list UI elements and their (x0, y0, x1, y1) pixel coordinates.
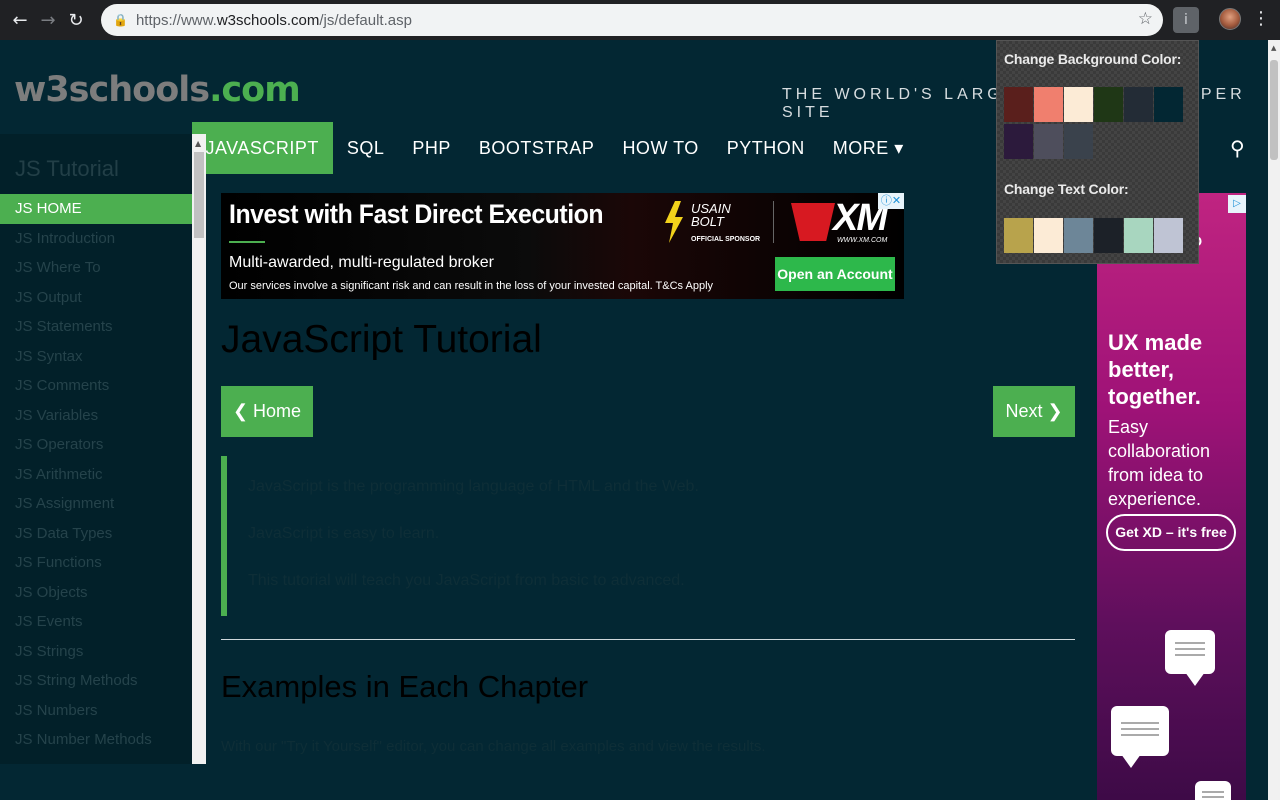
site-logo[interactable]: w3schools.com (14, 70, 301, 110)
sidebar-link[interactable]: JS Assignment (0, 489, 192, 519)
nav-item-python[interactable]: PYTHON (713, 122, 819, 174)
sidebar-link[interactable]: JS Syntax (0, 342, 192, 372)
profile-avatar[interactable] (1219, 8, 1241, 30)
sidebar-link[interactable]: JS Operators (0, 430, 192, 460)
bg-color-swatch[interactable] (1064, 87, 1093, 122)
nav-item-more[interactable]: MORE ▾ (819, 122, 918, 174)
ad-usain-bolt: USAIN BOLT (691, 201, 731, 229)
sidebar-link[interactable]: JS Introduction (0, 224, 192, 254)
ad-brand-url: WWW.XM.COM (837, 237, 888, 244)
nav-item-bootstrap[interactable]: BOOTSTRAP (465, 122, 609, 174)
bookmark-star-icon[interactable]: ☆ (1138, 9, 1153, 29)
sidebar-link[interactable]: JS Arithmetic (0, 460, 192, 490)
text-color-swatch[interactable] (1004, 218, 1033, 253)
intro-line: JavaScript is the programming language o… (248, 478, 699, 495)
intro-note: JavaScript is the programming language o… (221, 456, 1075, 616)
sidebar-link[interactable]: JS Data Types (0, 519, 192, 549)
sidebar-link[interactable]: JS Functions (0, 548, 192, 578)
intro-line: JavaScript is easy to learn. (248, 525, 440, 542)
search-icon[interactable]: ⚲ (1230, 136, 1245, 160)
scroll-up-icon[interactable]: ▲ (195, 139, 201, 148)
lock-icon: 🔒 (113, 13, 128, 27)
browser-menu-icon[interactable]: ⋮ (1252, 8, 1270, 29)
home-button[interactable]: ❮ Home (221, 386, 313, 437)
extension-icon[interactable]: i (1173, 7, 1199, 33)
chat-bubble-icon (1165, 630, 1215, 686)
sidebar-link[interactable]: JS Variables (0, 401, 192, 431)
sidebar-link[interactable]: JS Strings (0, 637, 192, 667)
top-ad-banner[interactable]: Invest with Fast Direct Execution Multi-… (221, 193, 904, 299)
xm-logo-mark (791, 203, 835, 241)
page-scroll-thumb[interactable] (1270, 60, 1278, 160)
bg-color-swatch[interactable] (1004, 87, 1033, 122)
sidebar-link[interactable]: JS HOME (0, 194, 192, 224)
bg-color-title: Change Background Color: (1004, 51, 1182, 67)
url-text: https://www.w3schools.com/js/default.asp (135, 11, 412, 29)
bg-color-swatch[interactable] (1064, 124, 1093, 159)
chat-bubble-icon (1195, 781, 1231, 800)
sidebar-link[interactable]: JS Statements (0, 312, 192, 342)
bg-color-swatch[interactable] (1004, 124, 1033, 159)
intro-line: This tutorial will teach you JavaScript … (248, 572, 685, 589)
bg-color-swatch[interactable] (1034, 87, 1063, 122)
reload-icon[interactable]: ↻ (62, 6, 90, 34)
text-color-swatch[interactable] (1034, 218, 1063, 253)
sidebar-scroll-thumb[interactable] (194, 152, 204, 238)
bg-color-swatch[interactable] (1154, 87, 1183, 122)
ad-headline: UX made better, together. (1108, 330, 1203, 409)
sidebar-link[interactable]: JS Events (0, 607, 192, 637)
get-xd-button[interactable]: Get XD – it's free (1106, 514, 1236, 551)
text-color-swatch[interactable] (1124, 218, 1153, 253)
sidebar-link[interactable]: JS Where To (0, 253, 192, 283)
text-color-swatch[interactable] (1094, 218, 1123, 253)
ad-rule (229, 241, 265, 243)
sidebar-link[interactable]: JS Comments (0, 371, 192, 401)
right-ad-banner[interactable]: ▷ D UX made better, together. Easy colla… (1097, 193, 1246, 800)
address-bar[interactable]: 🔒 https://www.w3schools.com/js/default.a… (101, 4, 1163, 36)
nav-item-how-to[interactable]: HOW TO (608, 122, 712, 174)
ad-headline: Invest with Fast Direct Execution (229, 199, 604, 229)
sidebar-link[interactable]: JS Objects (0, 578, 192, 608)
color-picker-popup: Change Background Color: Change Text Col… (996, 40, 1199, 264)
text-color-swatch[interactable] (1154, 218, 1183, 253)
ad-body: Easy collaboration from idea to experien… (1108, 417, 1211, 509)
chat-bubble-icon (1111, 706, 1169, 768)
scroll-up-icon[interactable]: ▲ (1271, 44, 1276, 52)
back-icon[interactable]: ← (6, 6, 34, 34)
sidebar-link[interactable]: JS Output (0, 283, 192, 313)
ad-disclaimer: Our services involve a significant risk … (229, 280, 714, 292)
forward-icon[interactable]: → (34, 6, 62, 34)
sidebar-link[interactable]: JS Number Methods (0, 725, 192, 755)
nav-item-php[interactable]: PHP (398, 122, 465, 174)
text-color-title: Change Text Color: (1004, 181, 1129, 197)
ad-sponsor: OFFICIAL SPONSOR (691, 236, 761, 243)
divider (221, 639, 1075, 640)
ad-divider (773, 201, 774, 243)
page-title: JavaScript Tutorial (221, 318, 542, 361)
bg-color-swatch[interactable] (1034, 124, 1063, 159)
bg-color-swatch[interactable] (1124, 87, 1153, 122)
page-scrollbar[interactable]: ▲ (1268, 40, 1280, 800)
nav-item-javascript[interactable]: JAVASCRIPT (191, 122, 333, 174)
sidebar-scrollbar[interactable]: ▲ (192, 134, 206, 764)
section-text: With our "Try it Yourself" editor, you c… (221, 738, 766, 755)
sidebar: JS Tutorial JS HOME JS Introduction JS Whe… (0, 134, 192, 764)
sidebar-link[interactable]: JS Numbers (0, 696, 192, 726)
lightning-bolt-icon (665, 201, 683, 243)
next-button[interactable]: Next ❯ (993, 386, 1075, 437)
sidebar-title: JS Tutorial (15, 156, 119, 181)
open-account-button[interactable]: Open an Account (775, 257, 895, 291)
bg-color-swatch[interactable] (1094, 87, 1123, 122)
sidebar-link[interactable]: JS String Methods (0, 666, 192, 696)
section-title: Examples in Each Chapter (221, 669, 589, 704)
ad-subline: Multi-awarded, multi-regulated broker (229, 254, 494, 271)
adchoices-icon[interactable]: ▷ (1228, 195, 1246, 213)
adchoices-icon[interactable]: ⓘ✕ (878, 193, 904, 209)
text-color-swatch[interactable] (1064, 218, 1093, 253)
browser-toolbar: ← → ↻ 🔒 https://www.w3schools.com/js/def… (0, 0, 1280, 40)
nav-item-sql[interactable]: SQL (333, 122, 399, 174)
